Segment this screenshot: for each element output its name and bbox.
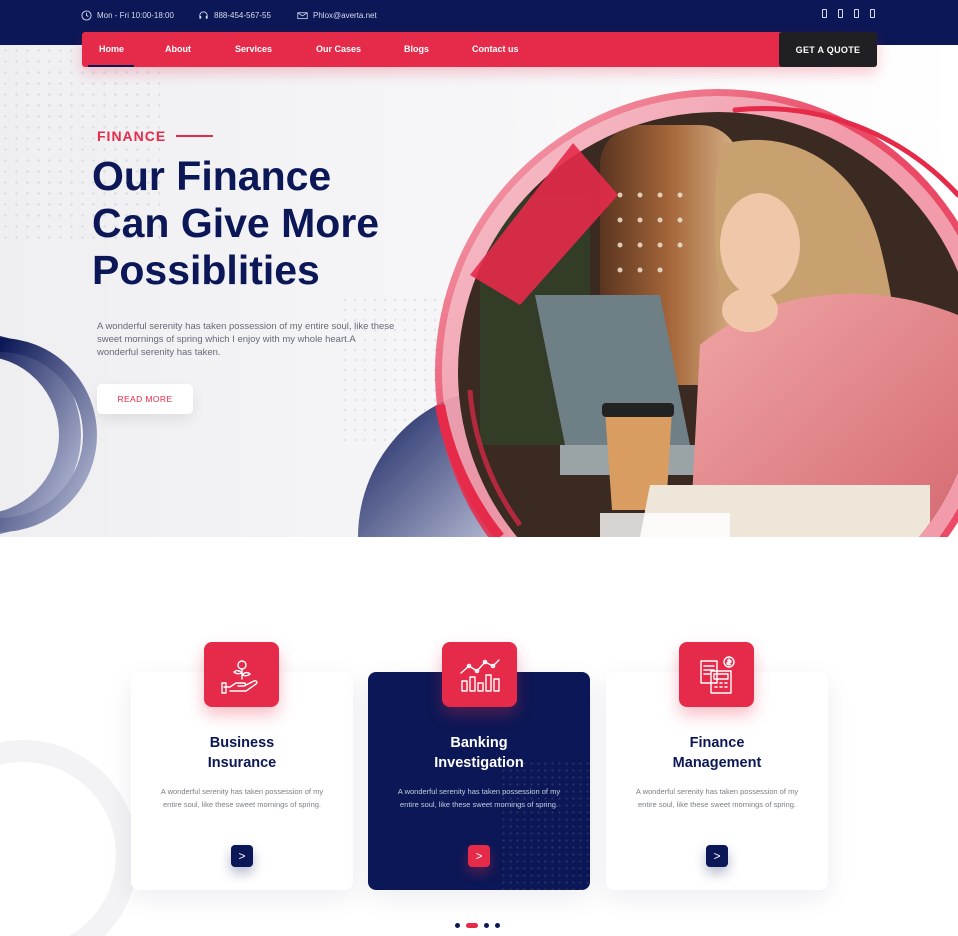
- twitter-icon[interactable]: [838, 9, 843, 18]
- headline-line-3: Possiblities: [92, 247, 320, 293]
- service-arrow-button[interactable]: >: [468, 845, 490, 867]
- pager-dot-active[interactable]: [466, 923, 478, 928]
- hero-section: FINANCE Our Finance Can Give More Possib…: [0, 45, 958, 537]
- service-arrow-button[interactable]: >: [231, 845, 253, 867]
- service-description: A wonderful serenity has taken possessio…: [397, 787, 561, 809]
- headline-line-1: Our Finance: [92, 153, 332, 199]
- service-title: Business Insurance: [207, 735, 277, 771]
- nav-item-home[interactable]: Home: [99, 44, 124, 54]
- facebook-icon[interactable]: [822, 9, 827, 18]
- hero-headline: Our Finance Can Give More Possiblities: [92, 153, 432, 294]
- envelope-icon: [297, 12, 308, 20]
- eyebrow-line: [176, 135, 214, 137]
- calculator-icon: [679, 642, 754, 707]
- social-links: [822, 9, 875, 18]
- get-a-quote-button[interactable]: GET A QUOTE: [779, 32, 877, 67]
- headline-line-2: Can Give More: [92, 200, 380, 246]
- phone-text[interactable]: 888-454-567-55: [214, 11, 271, 20]
- phone-info: 888-454-567-55: [198, 10, 271, 21]
- service-title: Finance Management: [672, 735, 762, 771]
- eyebrow-text: FINANCE: [97, 128, 167, 144]
- nav-item-about[interactable]: About: [165, 44, 191, 54]
- email-text[interactable]: Phlox@averta.net: [313, 11, 377, 20]
- clock-icon: [81, 10, 92, 21]
- hero-description: A wonderful serenity has taken possessio…: [97, 321, 395, 358]
- service-description: A wonderful serenity has taken possessio…: [160, 787, 324, 809]
- pager-dot[interactable]: [484, 923, 489, 928]
- main-nav: Home About Services Our Cases Blogs Cont…: [82, 32, 877, 67]
- service-arrow-button[interactable]: >: [706, 845, 728, 867]
- hours-text: Mon - Fri 10:00-18:00: [97, 11, 174, 20]
- nav-item-blogs[interactable]: Blogs: [404, 44, 429, 54]
- instagram-icon[interactable]: [854, 9, 859, 18]
- bar-chart-icon: [442, 642, 517, 707]
- service-title: Banking Investigation: [434, 735, 524, 771]
- service-description: A wonderful serenity has taken possessio…: [635, 787, 799, 809]
- read-more-button[interactable]: READ MORE: [97, 384, 193, 414]
- pager-dot[interactable]: [495, 923, 500, 928]
- page: Mon - Fri 10:00-18:00 888-454-567-55 Phl…: [0, 0, 958, 936]
- nav-item-our-cases[interactable]: Our Cases: [316, 44, 361, 54]
- headset-icon: [199, 11, 208, 19]
- hero-eyebrow: FINANCE: [97, 128, 214, 144]
- decorative-ring: [0, 740, 138, 936]
- nav-active-indicator: [88, 65, 134, 67]
- nav-item-services[interactable]: Services: [235, 44, 272, 54]
- hand-plant-icon: [204, 642, 279, 707]
- pager-dot[interactable]: [455, 923, 460, 928]
- carousel-pagination: [455, 923, 500, 928]
- email-info: Phlox@averta.net: [297, 10, 377, 21]
- business-hours: Mon - Fri 10:00-18:00: [81, 10, 174, 21]
- nav-item-contact[interactable]: Contact us: [472, 44, 519, 54]
- linkedin-icon[interactable]: [870, 9, 875, 18]
